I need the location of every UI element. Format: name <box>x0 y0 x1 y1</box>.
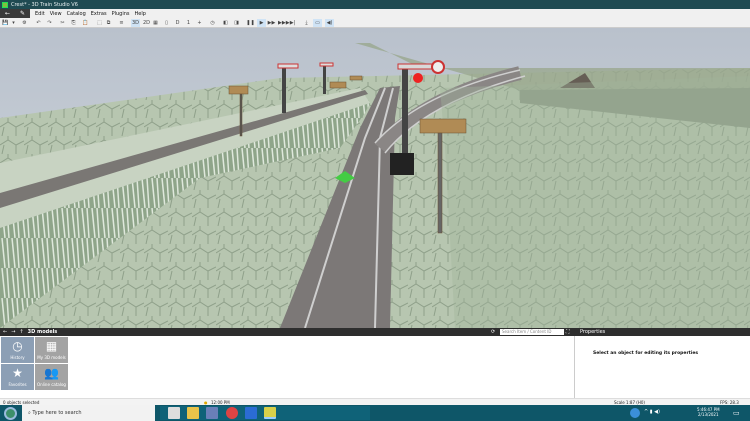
settings-button[interactable]: ⚙ <box>20 19 29 27</box>
download-button[interactable]: ⤓ <box>302 19 311 27</box>
tile-label: Online catalog <box>37 382 66 387</box>
menu-help[interactable]: Help <box>135 11 146 17</box>
view-3d-button[interactable]: 3D <box>131 19 140 27</box>
properties-title: Properties <box>575 328 750 336</box>
taskbar-store-icon[interactable] <box>168 407 180 419</box>
catalog-pane: ◷ History ▦ My 3D models ★ Favorites 👥 Onlin… <box>0 336 575 398</box>
tile-my-3d-models[interactable]: ▦ My 3D models <box>35 337 68 363</box>
toolbar: 💾 ▾ ⚙ ↶ ↷ ✂ ⎘ 📋 ⬚ ⧉ ≡ 3D 2D ▦ ▯ D 1 + ◷ ◧ ◨ ❚❚ ▶ ▶▶ ▶▶▶ ▶| ⤓ ▭ ◀) <box>0 18 750 28</box>
tile-label: My 3D models <box>37 355 66 360</box>
clock-icon: ◷ <box>12 339 23 353</box>
nav-back-button[interactable]: ← <box>3 329 7 335</box>
sound-button[interactable]: ◀) <box>325 19 334 27</box>
height-button[interactable]: ▯ <box>162 19 171 27</box>
redo-button[interactable]: ↷ <box>45 19 54 27</box>
mode-switcher: ← ✎ <box>0 9 30 18</box>
tile-history[interactable]: ◷ History <box>1 337 34 363</box>
notification-icon[interactable]: ▭ <box>733 409 740 417</box>
skip-end-button[interactable]: ▶| <box>288 19 297 27</box>
start-button[interactable] <box>4 407 17 420</box>
panel-a-button[interactable]: ◧ <box>221 19 230 27</box>
taskbar-train-studio-icon[interactable] <box>264 407 276 419</box>
play-button[interactable]: ▶ <box>257 19 266 27</box>
taskbar-word-icon[interactable] <box>245 407 257 419</box>
catalog-header: ← → ↑ 3D models ⟳ ⛶ <box>0 328 575 336</box>
taskbar-chrome-icon[interactable] <box>226 407 238 419</box>
window-title: Crest* - 3D Train Studio V6 <box>11 1 78 8</box>
group-button[interactable]: ⬚ <box>95 19 104 27</box>
cut-button[interactable]: ✂ <box>58 19 67 27</box>
taskbar-search-placeholder: Type here to search <box>32 410 82 416</box>
taskbar-search[interactable]: ⌕ Type here to search <box>22 405 155 421</box>
menu-extras[interactable]: Extras <box>91 11 107 17</box>
menu-edit[interactable]: Edit <box>35 11 45 17</box>
taskbar-explorer-icon[interactable] <box>187 407 199 419</box>
expand-icon[interactable]: ⛶ <box>566 329 570 335</box>
layers-button[interactable]: ≡ <box>117 19 126 27</box>
menu-catalog[interactable]: Catalog <box>67 11 86 17</box>
tile-label: Favorites <box>8 382 27 387</box>
properties-message: Select an object for editing its propert… <box>593 351 699 356</box>
1-button[interactable]: 1 <box>184 19 193 27</box>
3d-viewport[interactable] <box>0 28 750 328</box>
edit-mode-button[interactable]: ✎ <box>20 10 25 17</box>
ungroup-button[interactable]: ⧉ <box>104 19 113 27</box>
view-2d-button[interactable]: 2D <box>142 19 151 27</box>
D-button[interactable]: D <box>173 19 182 27</box>
catalog-search-input[interactable]: Search Item / Content ID <box>500 329 564 335</box>
panel-b-button[interactable]: ◨ <box>232 19 241 27</box>
catalog-path: 3D models <box>27 329 58 335</box>
tile-label: History <box>10 355 25 360</box>
menu-bar: ← ✎ Edit View Catalog Extras Plugins Hel… <box>0 9 750 18</box>
app-icon <box>2 1 8 8</box>
faster-button[interactable]: ▶▶▶ <box>278 19 290 27</box>
undo-button[interactable]: ↶ <box>34 19 43 27</box>
nav-up-button[interactable]: ↑ <box>19 329 23 335</box>
status-bar: 0 objects selected ● 12:00 PM Scale 1:87… <box>0 398 750 405</box>
clock-button[interactable]: ◷ <box>208 19 217 27</box>
back-button[interactable]: ← <box>5 10 10 17</box>
people-icon: 👥 <box>44 366 59 380</box>
fast-forward-button[interactable]: ▶▶ <box>267 19 276 27</box>
taskbar-app-icon[interactable] <box>206 407 218 419</box>
clock-date: 2/13/2021 <box>698 412 719 417</box>
tile-online-catalog[interactable]: 👥 Online catalog <box>35 364 68 390</box>
refresh-icon[interactable]: ⟳ <box>491 329 495 335</box>
nav-forward-button[interactable]: → <box>11 329 15 335</box>
system-clock[interactable]: 5:46:47 PM 2/13/2021 <box>697 407 720 417</box>
save-dropdown-button[interactable]: ▾ <box>9 19 18 27</box>
star-icon: ★ <box>12 366 23 380</box>
speed-button[interactable]: ▭ <box>313 19 322 27</box>
menu-view[interactable]: View <box>50 11 62 17</box>
tray-icons[interactable]: ^ ▮ ◀) <box>644 409 660 415</box>
scene-render[interactable] <box>0 28 750 328</box>
help-tray-icon[interactable] <box>630 408 640 418</box>
grid-icon: ▦ <box>45 339 58 353</box>
tile-favorites[interactable]: ★ Favorites <box>1 364 34 390</box>
paste-button[interactable]: 📋 <box>81 19 90 27</box>
copy-button[interactable]: ⎘ <box>69 19 78 27</box>
menu-plugins[interactable]: Plugins <box>112 11 130 17</box>
title-bar: Crest* - 3D Train Studio V6 <box>0 0 750 9</box>
add-button[interactable]: + <box>195 19 204 27</box>
grid-button[interactable]: ▦ <box>151 19 160 27</box>
pause-button[interactable]: ❚❚ <box>246 19 255 27</box>
